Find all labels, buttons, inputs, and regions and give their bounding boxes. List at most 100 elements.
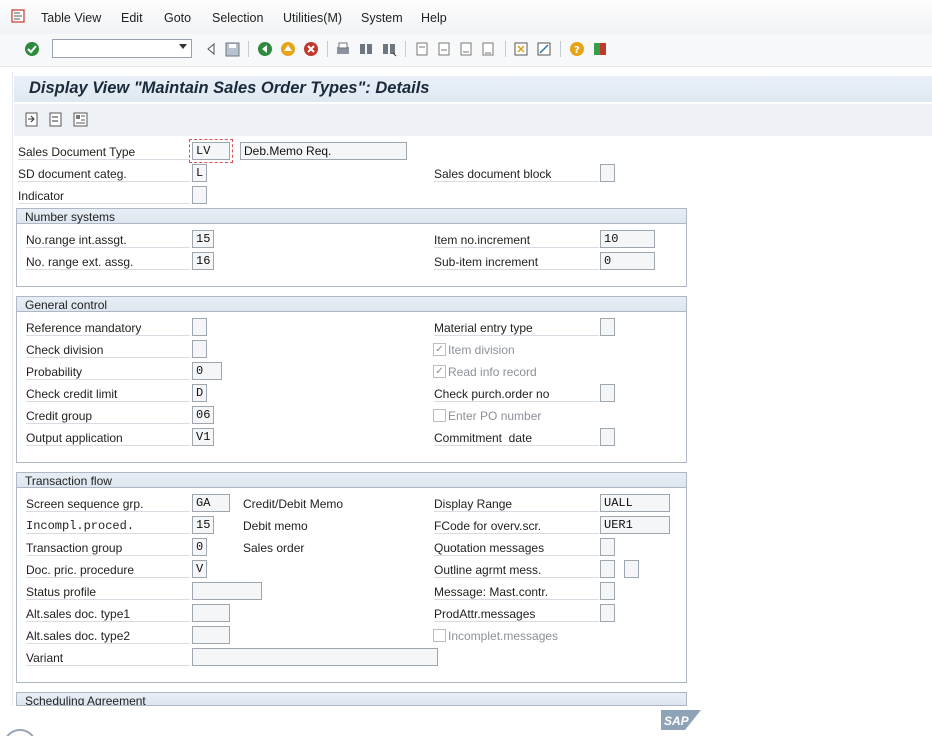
sales-doc-block-field[interactable] bbox=[600, 164, 615, 182]
subitem-incr-label: Sub-item increment bbox=[434, 255, 599, 270]
alt-type1-label: Alt.sales doc. type1 bbox=[26, 607, 190, 622]
sap-logo: SAP bbox=[661, 710, 701, 730]
fcode-field[interactable]: UER1 bbox=[600, 516, 670, 534]
trans-group-label: Transaction group bbox=[26, 541, 190, 556]
enter-po-checkbox[interactable] bbox=[433, 409, 446, 422]
mast-contr-label: Message: Mast.contr. bbox=[434, 585, 599, 600]
read-info-label: Read info record bbox=[448, 365, 537, 379]
alt-type2-field[interactable] bbox=[192, 626, 230, 644]
page-title: Display View "Maintain Sales Order Types… bbox=[29, 79, 430, 97]
trans-group-field[interactable]: 0 bbox=[192, 538, 207, 556]
save-icon[interactable] bbox=[223, 40, 241, 58]
display-range-label: Display Range bbox=[434, 497, 599, 512]
toolbar-separator bbox=[560, 41, 561, 57]
incompl-proced-label: Incompl.proced. bbox=[26, 519, 190, 534]
item-incr-label: Item no.increment bbox=[434, 233, 599, 248]
general-control-header: General control bbox=[16, 296, 687, 312]
find-next-icon[interactable] bbox=[380, 40, 398, 58]
item-incr-field[interactable]: 10 bbox=[600, 230, 655, 248]
output-app-field[interactable]: V1 bbox=[192, 428, 214, 446]
check-division-field[interactable] bbox=[192, 340, 207, 358]
customize-layout-icon[interactable] bbox=[591, 40, 609, 58]
menu-selection[interactable]: Selection bbox=[212, 11, 263, 25]
item-division-checkbox[interactable]: ✓ bbox=[433, 343, 446, 356]
check-credit-field[interactable]: D bbox=[192, 384, 207, 402]
probability-field[interactable]: 0 bbox=[192, 362, 222, 380]
find-icon[interactable] bbox=[357, 40, 375, 58]
quotation-messages-label: Quotation messages bbox=[434, 541, 599, 556]
alt-type2-label: Alt.sales doc. type2 bbox=[26, 629, 190, 644]
output-app-label: Output application bbox=[26, 431, 190, 446]
prodattr-field[interactable] bbox=[600, 604, 615, 622]
indicator-label: Indicator bbox=[18, 189, 190, 204]
read-info-checkbox[interactable]: ✓ bbox=[433, 365, 446, 378]
other-entry-icon[interactable] bbox=[25, 112, 40, 130]
previous-page-icon[interactable] bbox=[435, 40, 453, 58]
menu-edit[interactable]: Edit bbox=[121, 11, 143, 25]
subitem-incr-field[interactable]: 0 bbox=[600, 252, 655, 270]
screen-seq-field[interactable]: GA bbox=[192, 494, 230, 512]
trans-group-description: Sales order bbox=[243, 541, 305, 555]
sd-doc-categ-field[interactable]: L bbox=[192, 164, 207, 182]
sales-doc-block-label: Sales document block bbox=[434, 167, 599, 182]
material-entry-field[interactable] bbox=[600, 318, 615, 336]
collapse-triangle-icon[interactable] bbox=[202, 40, 220, 58]
int-assgt-field[interactable]: 15 bbox=[192, 230, 214, 248]
mast-contr-field[interactable] bbox=[600, 582, 615, 600]
status-profile-field[interactable] bbox=[192, 582, 262, 600]
menu-utilities[interactable]: Utilities(M) bbox=[283, 11, 342, 25]
screen-seq-label: Screen sequence grp. bbox=[26, 497, 190, 512]
ref-mandatory-field[interactable] bbox=[192, 318, 207, 336]
cancel-icon[interactable] bbox=[302, 40, 320, 58]
back-icon[interactable] bbox=[256, 40, 274, 58]
status-bar-corner bbox=[0, 724, 40, 736]
menu-table-view[interactable]: Table View bbox=[41, 11, 101, 25]
commitment-date-label: Commitment date bbox=[434, 431, 599, 446]
outline-agrmt-field[interactable] bbox=[600, 560, 615, 578]
fcode-label: FCode for overv.scr. bbox=[434, 519, 599, 534]
next-entry-icon[interactable] bbox=[49, 112, 64, 130]
indicator-field[interactable] bbox=[192, 186, 207, 204]
menu-help[interactable]: Help bbox=[421, 11, 447, 25]
check-po-field[interactable] bbox=[600, 384, 615, 402]
outline-agrmt-label: Outline agrmt mess. bbox=[434, 563, 599, 578]
last-page-icon[interactable] bbox=[479, 40, 497, 58]
menu-goto[interactable]: Goto bbox=[164, 11, 191, 25]
check-po-label: Check purch.order no bbox=[434, 387, 599, 402]
menu-system[interactable]: System bbox=[361, 11, 403, 25]
application-toolbar bbox=[14, 104, 932, 136]
first-page-icon[interactable] bbox=[413, 40, 431, 58]
print-icon[interactable] bbox=[334, 40, 352, 58]
ext-assg-field[interactable]: 16 bbox=[192, 252, 214, 270]
menu-icon[interactable] bbox=[11, 9, 25, 23]
status-profile-label: Status profile bbox=[26, 585, 190, 600]
quotation-messages-field[interactable] bbox=[600, 538, 615, 556]
prodattr-label: ProdAttr.messages bbox=[434, 607, 599, 622]
sales-doc-type-label: Sales Document Type bbox=[18, 145, 190, 160]
incomplet-messages-checkbox[interactable] bbox=[433, 629, 446, 642]
alt-type1-field[interactable] bbox=[192, 604, 230, 622]
new-session-icon[interactable] bbox=[512, 40, 530, 58]
command-field[interactable] bbox=[52, 39, 192, 58]
shortcut-icon[interactable] bbox=[535, 40, 553, 58]
commitment-date-field[interactable] bbox=[600, 428, 615, 446]
toolbar-separator bbox=[248, 41, 249, 57]
ref-mandatory-label: Reference mandatory bbox=[26, 321, 190, 336]
display-range-field[interactable]: UALL bbox=[600, 494, 670, 512]
outline-agrmt-field-2[interactable] bbox=[624, 560, 639, 578]
sales-doc-type-field[interactable]: LV bbox=[192, 142, 230, 160]
incompl-proced-field[interactable]: 15 bbox=[192, 516, 214, 534]
next-page-icon[interactable] bbox=[457, 40, 475, 58]
toolbar-separator bbox=[405, 41, 406, 57]
toolbar-separator bbox=[505, 41, 506, 57]
enter-po-label: Enter PO number bbox=[448, 409, 542, 423]
enter-check-icon[interactable] bbox=[23, 40, 41, 58]
incomplet-messages-label: Incomplet.messages bbox=[448, 629, 559, 643]
screen-seq-description: Credit/Debit Memo bbox=[243, 497, 344, 511]
details-icon[interactable] bbox=[73, 112, 88, 130]
help-icon[interactable]: ? bbox=[568, 40, 586, 58]
doc-pric-field[interactable]: V bbox=[192, 560, 207, 578]
variant-field[interactable] bbox=[192, 648, 438, 666]
exit-icon[interactable] bbox=[279, 40, 297, 58]
credit-group-field[interactable]: 06 bbox=[192, 406, 214, 424]
